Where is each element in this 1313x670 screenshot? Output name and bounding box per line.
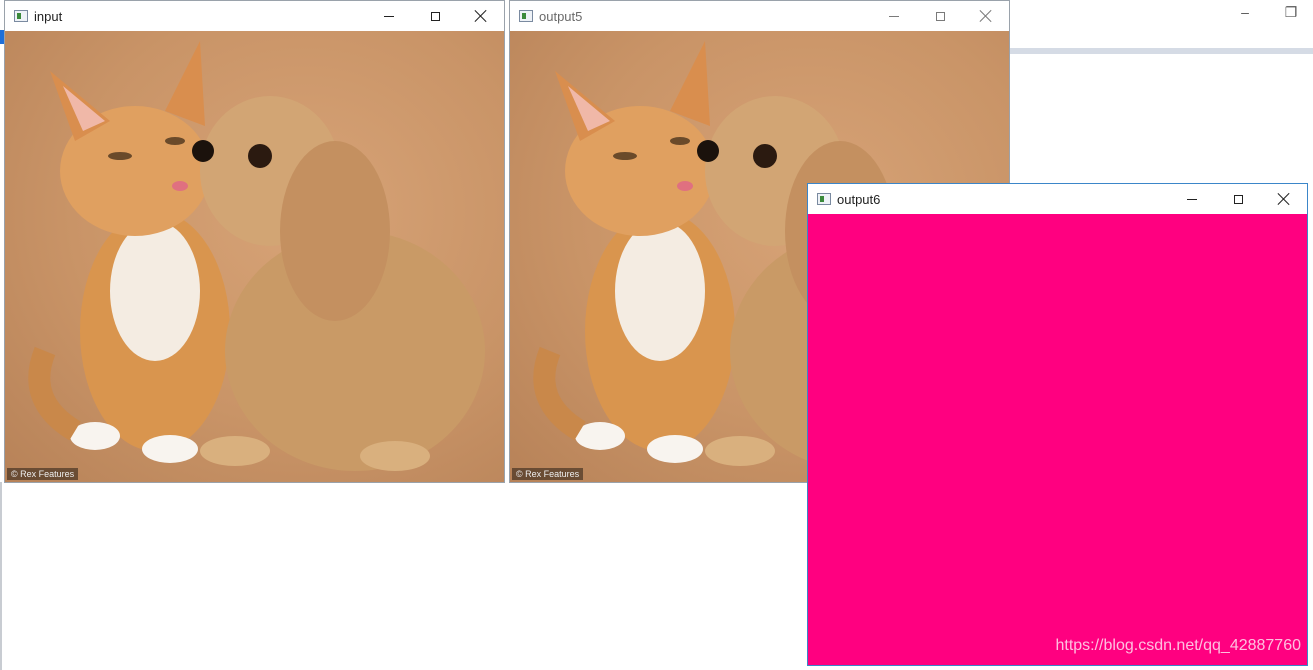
close-button[interactable] <box>458 1 504 31</box>
window-titlebar[interactable]: output6 <box>808 184 1307 214</box>
image-view: https://blog.csdn.net/qq_42887760 <box>808 214 1307 665</box>
minimize-icon[interactable]: – <box>1235 2 1255 22</box>
kitten-puppy-drawing <box>28 41 485 471</box>
close-icon <box>980 10 992 22</box>
minimize-button[interactable] <box>366 1 412 31</box>
window-title: input <box>34 9 63 24</box>
watermark-text: https://blog.csdn.net/qq_42887760 <box>1055 637 1301 654</box>
close-button[interactable] <box>1261 184 1307 214</box>
maximize-icon <box>430 11 440 21</box>
window-output6[interactable]: output6 https://blog.csdn.net/qq_4288776… <box>807 183 1308 666</box>
maximize-button[interactable] <box>412 1 458 31</box>
background-border <box>0 482 2 670</box>
background-caption-controls: – ❐ <box>1203 0 1313 28</box>
window-title: output5 <box>539 9 583 24</box>
window-titlebar[interactable]: input <box>5 1 504 31</box>
close-icon <box>475 10 487 22</box>
kitten-puppy-image: © Rex Features <box>5 31 504 482</box>
maximize-button[interactable] <box>917 1 963 31</box>
minimize-button[interactable] <box>1169 184 1215 214</box>
minimize-icon <box>384 15 394 17</box>
maximize-button[interactable] <box>1215 184 1261 214</box>
restore-icon[interactable]: ❐ <box>1281 2 1301 22</box>
window-input[interactable]: input © Rex Features <box>4 0 505 483</box>
minimize-button[interactable] <box>871 1 917 31</box>
background-divider <box>1010 48 1313 54</box>
maximize-icon <box>935 11 945 21</box>
solid-color-image <box>808 214 1307 665</box>
app-icon <box>14 10 28 22</box>
app-icon <box>817 193 831 205</box>
close-icon <box>1278 193 1290 205</box>
image-view: © Rex Features <box>5 31 504 482</box>
app-icon <box>519 10 533 22</box>
image-credit: © Rex Features <box>7 468 79 480</box>
window-title: output6 <box>837 192 881 207</box>
maximize-icon <box>1233 194 1243 204</box>
window-titlebar[interactable]: output5 <box>510 1 1009 31</box>
image-credit: © Rex Features <box>512 468 584 480</box>
minimize-icon <box>1187 198 1197 200</box>
minimize-icon <box>889 15 899 17</box>
close-button[interactable] <box>963 1 1009 31</box>
